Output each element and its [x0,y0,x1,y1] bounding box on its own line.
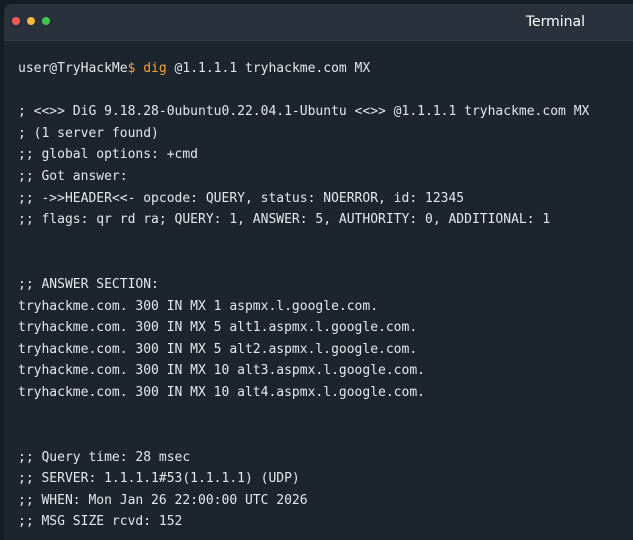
output-line: ;; ->>HEADER<<- opcode: QUERY, status: N… [18,190,465,206]
stats-line: ;; Query time: 28 msec [18,449,191,465]
command-args: @1.1.1.1 tryhackme.com MX [174,61,371,76]
prompt-user-host: user@TryHackMe [18,61,128,76]
mx-record: tryhackme.com. 300 IN MX 5 alt1.aspmx.l.… [18,320,418,336]
terminal-output[interactable]: user@TryHackMe$ dig @1.1.1.1 tryhackme.c… [4,41,633,533]
mx-record: tryhackme.com. 300 IN MX 10 alt3.aspmx.l… [18,363,425,379]
stats-line: ;; WHEN: Mon Jan 26 22:00:00 UTC 2026 [18,492,308,508]
terminal-window: Terminal user@TryHackMe$ dig @1.1.1.1 tr… [4,4,633,540]
window-controls [12,17,50,25]
minimize-dot[interactable] [27,17,35,25]
prompt-sign: $ [127,61,136,76]
mx-record: tryhackme.com. 300 IN MX 5 alt2.aspmx.l.… [18,341,418,357]
stats-line: ;; MSG SIZE rcvd: 152 [18,514,183,530]
output-line: ;; Got answer: [18,168,128,184]
title-bar: Terminal [4,4,633,41]
mx-record: tryhackme.com. 300 IN MX 1 aspmx.l.googl… [18,298,379,314]
window-title: Terminal [525,14,585,30]
output-line: ; (1 server found) [18,125,159,141]
output-line: ;; flags: qr rd ra; QUERY: 1, ANSWER: 5,… [18,212,551,228]
mx-record: tryhackme.com. 300 IN MX 10 alt4.aspmx.l… [18,384,425,400]
close-dot[interactable] [12,17,20,25]
stats-line: ;; SERVER: 1.1.1.1#53(1.1.1.1) (UDP) [18,471,300,487]
answer-section-heading: ;; ANSWER SECTION: [18,276,159,292]
maximize-dot[interactable] [42,17,50,25]
output-line: ; <<>> DiG 9.18.28-0ubuntu0.22.04.1-Ubun… [18,104,590,120]
command-line: user@TryHackMe$ dig @1.1.1.1 tryhackme.c… [18,58,633,80]
command-name: dig [143,61,167,76]
output-line: ;; global options: +cmd [18,147,199,163]
